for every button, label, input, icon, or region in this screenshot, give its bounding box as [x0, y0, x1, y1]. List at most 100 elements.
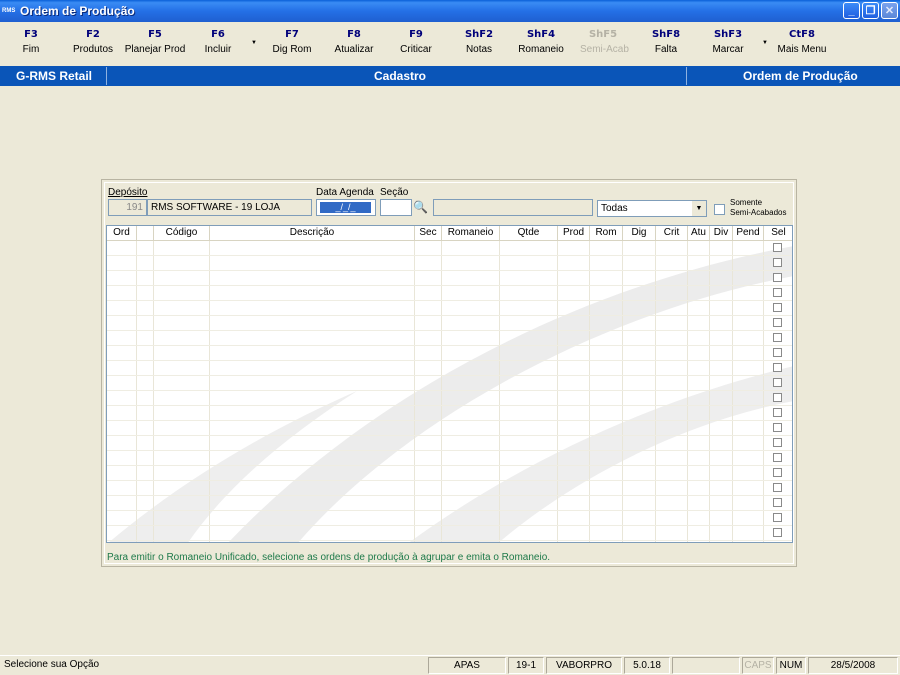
ordens-grid[interactable]: Ord Código Descrição Sec Romaneio Qtde P… [106, 225, 793, 543]
grid-column-divider [136, 241, 137, 542]
grid-row-divider [107, 315, 792, 316]
toolbar-marcar-button[interactable]: ShF3 Marcar [710, 29, 746, 55]
restore-icon[interactable]: ❐ [862, 2, 879, 19]
grid-row-divider [107, 510, 792, 511]
row-select-checkbox[interactable] [773, 408, 782, 417]
toolbar-romaneio-button[interactable]: ShF4 Romaneio [518, 29, 564, 55]
row-select-checkbox[interactable] [773, 498, 782, 507]
grid-column-divider [709, 241, 710, 542]
row-select-checkbox[interactable] [773, 318, 782, 327]
grid-row-divider [107, 285, 792, 286]
row-select-checkbox[interactable] [773, 513, 782, 522]
app-name: G-RMS Retail [16, 69, 93, 83]
col-sec[interactable]: Sec [415, 226, 442, 241]
row-select-checkbox[interactable] [773, 528, 782, 537]
marcar-dropdown-arrow-icon[interactable]: ▼ [762, 40, 768, 46]
grid-column-divider [589, 241, 590, 542]
row-select-checkbox[interactable] [773, 453, 782, 462]
somente-label: Somente [730, 198, 763, 207]
col-ord[interactable]: Ord [107, 226, 137, 241]
toolbar-criticar-button[interactable]: F9 Criticar [398, 29, 434, 55]
window-controls: _ ❐ ✕ [843, 2, 898, 19]
status-company: APAS [428, 657, 506, 674]
info-bar: G-RMS Retail Cadastro Ordem de Produção [0, 66, 900, 86]
grid-row-divider [107, 330, 792, 331]
col-qtde[interactable]: Qtde [500, 226, 558, 241]
deposito-name-field: RMS SOFTWARE - 19 LOJA [147, 199, 312, 216]
col-atu[interactable]: Atu [688, 226, 710, 241]
chevron-down-icon[interactable]: ▼ [691, 201, 706, 216]
row-select-checkbox[interactable] [773, 438, 782, 447]
deposito-label: Depósito [108, 187, 148, 198]
screen-name: Ordem de Produção [743, 69, 858, 83]
minimize-icon[interactable]: _ [843, 2, 860, 19]
module-name: Cadastro [374, 69, 427, 83]
toolbar-fim-button[interactable]: F3 Fim [20, 29, 42, 55]
grid-header: Ord Código Descrição Sec Romaneio Qtde P… [107, 226, 792, 241]
grid-column-divider [153, 241, 154, 542]
data-agenda-value: _/_/_ [320, 202, 371, 213]
col-blank[interactable] [137, 226, 154, 241]
grid-column-divider [414, 241, 415, 542]
grid-column-divider [763, 241, 764, 542]
col-sel[interactable]: Sel [764, 226, 792, 241]
col-pend[interactable]: Pend [733, 226, 764, 241]
grid-column-divider [655, 241, 656, 542]
col-rom[interactable]: Rom [590, 226, 623, 241]
row-select-checkbox[interactable] [773, 393, 782, 402]
toolbar-planejar-prod-button[interactable]: F5 Planejar Prod [124, 29, 186, 55]
toolbar-incluir-button[interactable]: F6 Incluir [200, 29, 236, 55]
row-select-checkbox[interactable] [773, 378, 782, 387]
row-select-checkbox[interactable] [773, 303, 782, 312]
binoculars-search-icon[interactable]: 🔍 [413, 200, 428, 214]
grid-row-divider [107, 270, 792, 271]
toolbar-produtos-button[interactable]: F2 Produtos [72, 29, 114, 55]
grid-row-divider [107, 540, 792, 541]
row-select-checkbox[interactable] [773, 243, 782, 252]
grid-column-divider [499, 241, 500, 542]
deposito-code-field[interactable]: 191 [108, 199, 147, 216]
grid-row-divider [107, 255, 792, 256]
secao-label: Seção [380, 187, 409, 198]
row-select-checkbox[interactable] [773, 363, 782, 372]
toolbar-falta-button[interactable]: ShF8 Falta [649, 29, 683, 55]
toolbar-dig-rom-button[interactable]: F7 Dig Rom [272, 29, 312, 55]
row-select-checkbox[interactable] [773, 258, 782, 267]
toolbar-mais-menu-button[interactable]: CtF8 Mais Menu [777, 29, 827, 55]
grid-row-divider [107, 300, 792, 301]
grid-column-divider [622, 241, 623, 542]
toolbar-semi-acab-button: ShF5 Semi-Acab [580, 29, 629, 55]
window-title: Ordem de Produção [20, 4, 135, 18]
data-agenda-label: Data Agenda [316, 187, 374, 198]
somente-semi-acabados-checkbox[interactable] [714, 204, 725, 215]
status-select[interactable]: Todas ▼ [597, 200, 707, 217]
col-dig[interactable]: Dig [623, 226, 656, 241]
col-prod[interactable]: Prod [558, 226, 590, 241]
grid-row-divider [107, 465, 792, 466]
hint-text: Para emitir o Romaneio Unificado, seleci… [107, 552, 551, 563]
status-program: VABORPRO [546, 657, 622, 674]
grid-row-divider [107, 390, 792, 391]
incluir-dropdown-arrow-icon[interactable]: ▼ [251, 40, 257, 46]
close-icon[interactable]: ✕ [881, 2, 898, 19]
col-romaneio[interactable]: Romaneio [442, 226, 500, 241]
row-select-checkbox[interactable] [773, 423, 782, 432]
toolbar-notas-button[interactable]: ShF2 Notas [462, 29, 496, 55]
col-descricao[interactable]: Descrição [210, 226, 415, 241]
row-select-checkbox[interactable] [773, 288, 782, 297]
grid-row-divider [107, 360, 792, 361]
secao-input[interactable] [380, 199, 412, 216]
grid-column-divider [557, 241, 558, 542]
grid-row-divider [107, 405, 792, 406]
row-select-checkbox[interactable] [773, 348, 782, 357]
row-select-checkbox[interactable] [773, 273, 782, 282]
col-codigo[interactable]: Código [154, 226, 210, 241]
toolbar-atualizar-button[interactable]: F8 Atualizar [331, 29, 377, 55]
app-icon: RMS [2, 8, 16, 14]
col-crit[interactable]: Crit [656, 226, 688, 241]
row-select-checkbox[interactable] [773, 333, 782, 342]
data-agenda-input[interactable]: _/_/_ [316, 199, 376, 216]
row-select-checkbox[interactable] [773, 468, 782, 477]
row-select-checkbox[interactable] [773, 483, 782, 492]
col-div[interactable]: Div [710, 226, 733, 241]
